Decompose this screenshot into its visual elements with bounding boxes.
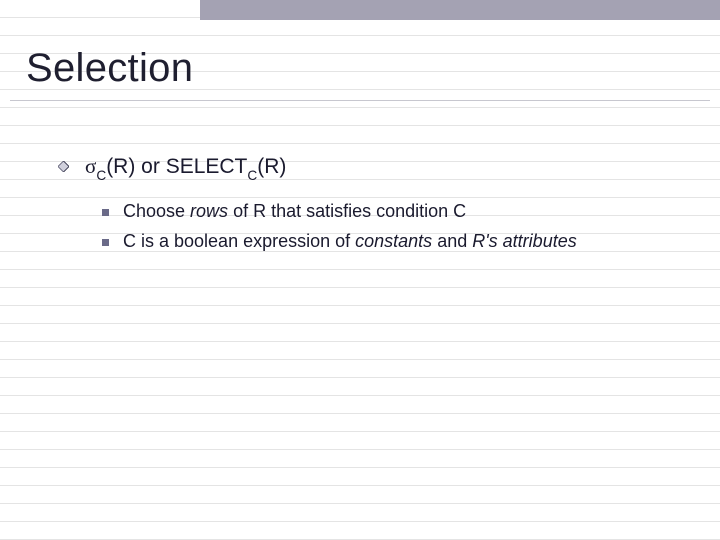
square-bullet-icon: [102, 239, 109, 246]
sigma-subscript: C: [96, 168, 106, 183]
italic-constants: constants: [355, 231, 437, 251]
diamond-bullet-icon: [58, 161, 69, 172]
sub-bullets: Choose rows of R that satisfies conditio…: [102, 198, 680, 256]
sigma-symbol: σ: [85, 154, 96, 178]
text-segment: of R that satisfies condition C: [233, 201, 466, 221]
text-segment: and: [437, 231, 472, 251]
bullet-level2: Choose rows of R that satisfies conditio…: [102, 198, 680, 226]
title-underline: [10, 100, 710, 101]
sub-bullet-1: Choose rows of R that satisfies conditio…: [123, 198, 466, 226]
or-text: or: [135, 155, 165, 178]
bullet-level1: σC(R) or SELECTC(R): [58, 152, 680, 184]
text-segment: Choose: [123, 201, 190, 221]
square-bullet-icon: [102, 209, 109, 216]
slide-title: Selection: [26, 46, 193, 91]
slide-content: σC(R) or SELECTC(R) Choose rows of R tha…: [58, 152, 680, 257]
sigma-arg: (R): [106, 155, 135, 178]
italic-rows: rows: [190, 201, 233, 221]
select-text: SELECT: [166, 155, 248, 178]
bullet1-text: σC(R) or SELECTC(R): [85, 152, 286, 184]
italic-r-attributes: R's attributes: [472, 231, 576, 251]
top-accent-block: [200, 0, 720, 20]
bullet-level2: C is a boolean expression of constants a…: [102, 228, 680, 256]
text-segment: C is a boolean expression of: [123, 231, 355, 251]
select-arg: (R): [257, 155, 286, 178]
sub-bullet-2: C is a boolean expression of constants a…: [123, 228, 577, 256]
select-subscript: C: [247, 168, 257, 183]
